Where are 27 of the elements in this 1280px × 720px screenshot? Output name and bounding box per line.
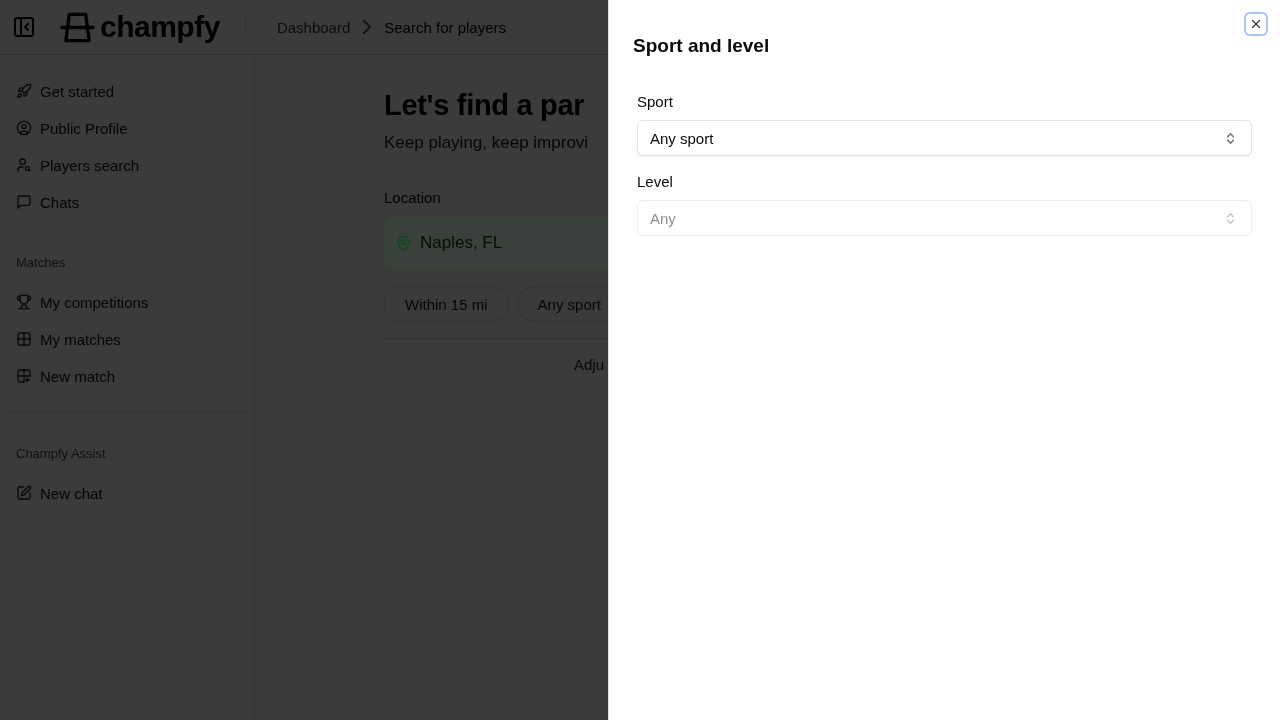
close-button[interactable] <box>1244 12 1268 36</box>
chevron-right-icon <box>363 20 372 34</box>
chat-bubble-icon <box>16 194 32 210</box>
chevron-up-down-icon <box>1227 132 1234 144</box>
page-heading: Let's find a par <box>384 88 586 122</box>
field-label: Sport <box>637 92 674 112</box>
map-pin-icon <box>395 234 412 252</box>
breadcrumb-current: Search for players <box>384 18 506 36</box>
user-circle-icon <box>16 120 32 136</box>
drawer-title: Sport and level <box>633 34 770 58</box>
chevron-up-down-icon <box>1227 212 1234 224</box>
pencil-square-icon <box>16 485 32 501</box>
select-field: Any <box>637 200 1252 236</box>
grid-icon <box>16 331 32 347</box>
location-field[interactable]: Naples, FL <box>384 216 608 270</box>
grid-plus-icon <box>16 368 32 384</box>
select-field[interactable]: Any sport <box>637 120 1252 156</box>
close-icon <box>1249 17 1263 31</box>
logo[interactable]: champfy <box>60 10 220 44</box>
sidebar-toggle-button[interactable] <box>12 15 36 39</box>
panel-left-icon <box>12 15 36 39</box>
field-label: Location <box>384 188 442 208</box>
rocket-icon <box>16 83 32 99</box>
field-label: Level <box>637 172 674 192</box>
trophy-icon <box>16 294 32 310</box>
bucket-icon <box>60 11 95 43</box>
user-search-icon <box>16 157 32 173</box>
